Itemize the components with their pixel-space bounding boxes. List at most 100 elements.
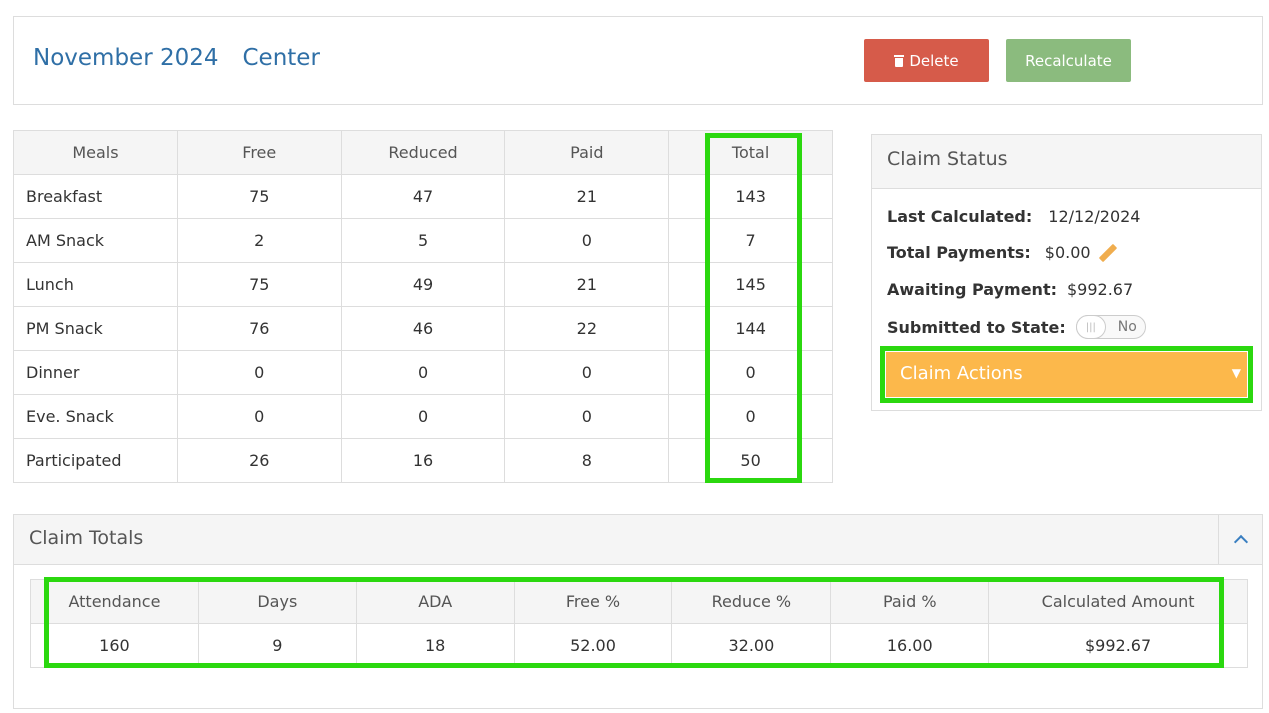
table-row: PM Snack 76 46 22 144 xyxy=(13,306,833,351)
reduced-cell: 47 xyxy=(340,174,506,219)
recalculate-button-label: Recalculate xyxy=(1025,51,1112,70)
col-header-ada: ADA xyxy=(355,579,515,624)
claim-totals-title: Claim Totals xyxy=(29,527,144,549)
col-header-free: Free xyxy=(176,130,342,175)
reduced-cell: 0 xyxy=(340,394,506,439)
claim-status-title: Claim Status xyxy=(872,135,1261,189)
col-header-paid: Paid xyxy=(504,130,670,175)
last-calculated-label: Last Calculated: xyxy=(887,207,1033,226)
toggle-knob[interactable]: ||| xyxy=(1075,315,1106,339)
meals-header-row: Meals Free Reduced Paid Total xyxy=(13,130,833,175)
claim-actions-label: Claim Actions xyxy=(900,363,1023,384)
col-header-attendance: Attendance xyxy=(30,579,199,624)
total-cell: 0 xyxy=(668,350,833,395)
total-cell: 0 xyxy=(668,394,833,439)
paid-cell: 22 xyxy=(504,306,670,351)
reduced-cell: 16 xyxy=(340,438,506,483)
total-payments-label: Total Payments: xyxy=(887,243,1031,262)
paid-cell: 21 xyxy=(504,262,670,307)
col-header-total: Total xyxy=(668,130,833,175)
pencil-icon[interactable] xyxy=(1099,244,1117,262)
free-cell: 76 xyxy=(176,306,342,351)
total-cell: 144 xyxy=(668,306,833,351)
reduced-cell: 46 xyxy=(340,306,506,351)
col-header-reduce-pct: Reduce % xyxy=(671,579,832,624)
col-header-days: Days xyxy=(197,579,357,624)
table-row: Breakfast 75 47 21 143 xyxy=(13,174,833,219)
table-row: 160 9 18 52.00 32.00 16.00 $992.67 xyxy=(30,623,1248,668)
table-row: Participated 26 16 8 50 xyxy=(13,438,833,483)
total-cell: 143 xyxy=(668,174,833,219)
row-label: PM Snack xyxy=(13,306,178,351)
paid-cell: 8 xyxy=(504,438,670,483)
submitted-label: Submitted to State: xyxy=(887,317,1066,337)
claim-totals-table: Attendance Days ADA Free % Reduce % Paid… xyxy=(30,579,1248,668)
table-row: Lunch 75 49 21 145 xyxy=(13,262,833,307)
col-header-paid-pct: Paid % xyxy=(830,579,990,624)
submitted-row: Submitted to State: ||| No xyxy=(887,315,1146,339)
col-header-meals: Meals xyxy=(13,130,178,175)
awaiting-payment-row: Awaiting Payment: $992.67 xyxy=(887,280,1133,299)
row-label: Dinner xyxy=(13,350,178,395)
recalculate-button[interactable]: Recalculate xyxy=(1006,39,1131,82)
free-cell: 0 xyxy=(176,394,342,439)
reduced-cell: 5 xyxy=(340,218,506,263)
table-row: AM Snack 2 5 0 7 xyxy=(13,218,833,263)
row-label: Lunch xyxy=(13,262,178,307)
paid-cell: 0 xyxy=(504,218,670,263)
total-cell: 145 xyxy=(668,262,833,307)
total-payments-value: $0.00 xyxy=(1044,243,1091,262)
free-cell: 26 xyxy=(176,438,342,483)
claim-totals-header: Claim Totals xyxy=(14,515,1262,565)
free-cell: 75 xyxy=(176,262,342,307)
row-label: Breakfast xyxy=(13,174,178,219)
claim-actions-dropdown[interactable]: Claim Actions ▼ xyxy=(886,352,1247,397)
reduced-cell: 49 xyxy=(340,262,506,307)
claim-status-panel: Claim Status Last Calculated: 12/12/2024… xyxy=(871,134,1262,411)
page-title: November 2024 Center xyxy=(33,45,320,71)
total-cell: 50 xyxy=(668,438,833,483)
col-header-reduced: Reduced xyxy=(340,130,506,175)
row-label: Participated xyxy=(13,438,178,483)
paid-pct-cell: 16.00 xyxy=(830,623,990,668)
free-cell: 0 xyxy=(176,350,342,395)
table-row: Eve. Snack 0 0 0 0 xyxy=(13,394,833,439)
caret-down-icon: ▼ xyxy=(1231,366,1241,380)
toggle-label: No xyxy=(1117,319,1137,335)
total-cell: 7 xyxy=(668,218,833,263)
row-label: Eve. Snack xyxy=(13,394,178,439)
totals-header-row: Attendance Days ADA Free % Reduce % Paid… xyxy=(30,579,1248,624)
reduce-pct-cell: 32.00 xyxy=(671,623,832,668)
ada-cell: 18 xyxy=(355,623,515,668)
free-cell: 75 xyxy=(176,174,342,219)
awaiting-payment-label: Awaiting Payment: xyxy=(887,280,1057,299)
total-payments-row: Total Payments: $0.00 xyxy=(887,243,1117,262)
claim-period: November 2024 xyxy=(33,45,219,71)
claim-type: Center xyxy=(242,45,320,71)
submitted-toggle[interactable]: ||| No xyxy=(1075,315,1146,339)
meals-table: Meals Free Reduced Paid Total Breakfast … xyxy=(13,130,833,483)
delete-button[interactable]: Delete xyxy=(864,39,989,82)
paid-cell: 21 xyxy=(504,174,670,219)
last-calculated-row: Last Calculated: 12/12/2024 xyxy=(887,207,1140,226)
row-label: AM Snack xyxy=(13,218,178,263)
calculated-amount-cell: $992.67 xyxy=(988,623,1248,668)
free-pct-cell: 52.00 xyxy=(513,623,673,668)
delete-button-label: Delete xyxy=(909,51,959,70)
table-row: Dinner 0 0 0 0 xyxy=(13,350,833,395)
paid-cell: 0 xyxy=(504,394,670,439)
trash-icon xyxy=(894,54,905,67)
paid-cell: 0 xyxy=(504,350,670,395)
reduced-cell: 0 xyxy=(340,350,506,395)
days-cell: 9 xyxy=(197,623,357,668)
awaiting-payment-value: $992.67 xyxy=(1066,280,1134,299)
claim-totals-panel: Claim Totals Attendance Days ADA Free % … xyxy=(13,514,1263,709)
chevron-up-icon xyxy=(1233,534,1248,550)
attendance-cell: 160 xyxy=(30,623,199,668)
last-calculated-value: 12/12/2024 xyxy=(1048,207,1141,226)
collapse-button[interactable] xyxy=(1218,515,1262,564)
free-cell: 2 xyxy=(176,218,342,263)
header-panel: November 2024 Center Delete Recalculate xyxy=(13,16,1263,105)
col-header-free-pct: Free % xyxy=(513,579,673,624)
col-header-calculated-amount: Calculated Amount xyxy=(988,579,1248,624)
